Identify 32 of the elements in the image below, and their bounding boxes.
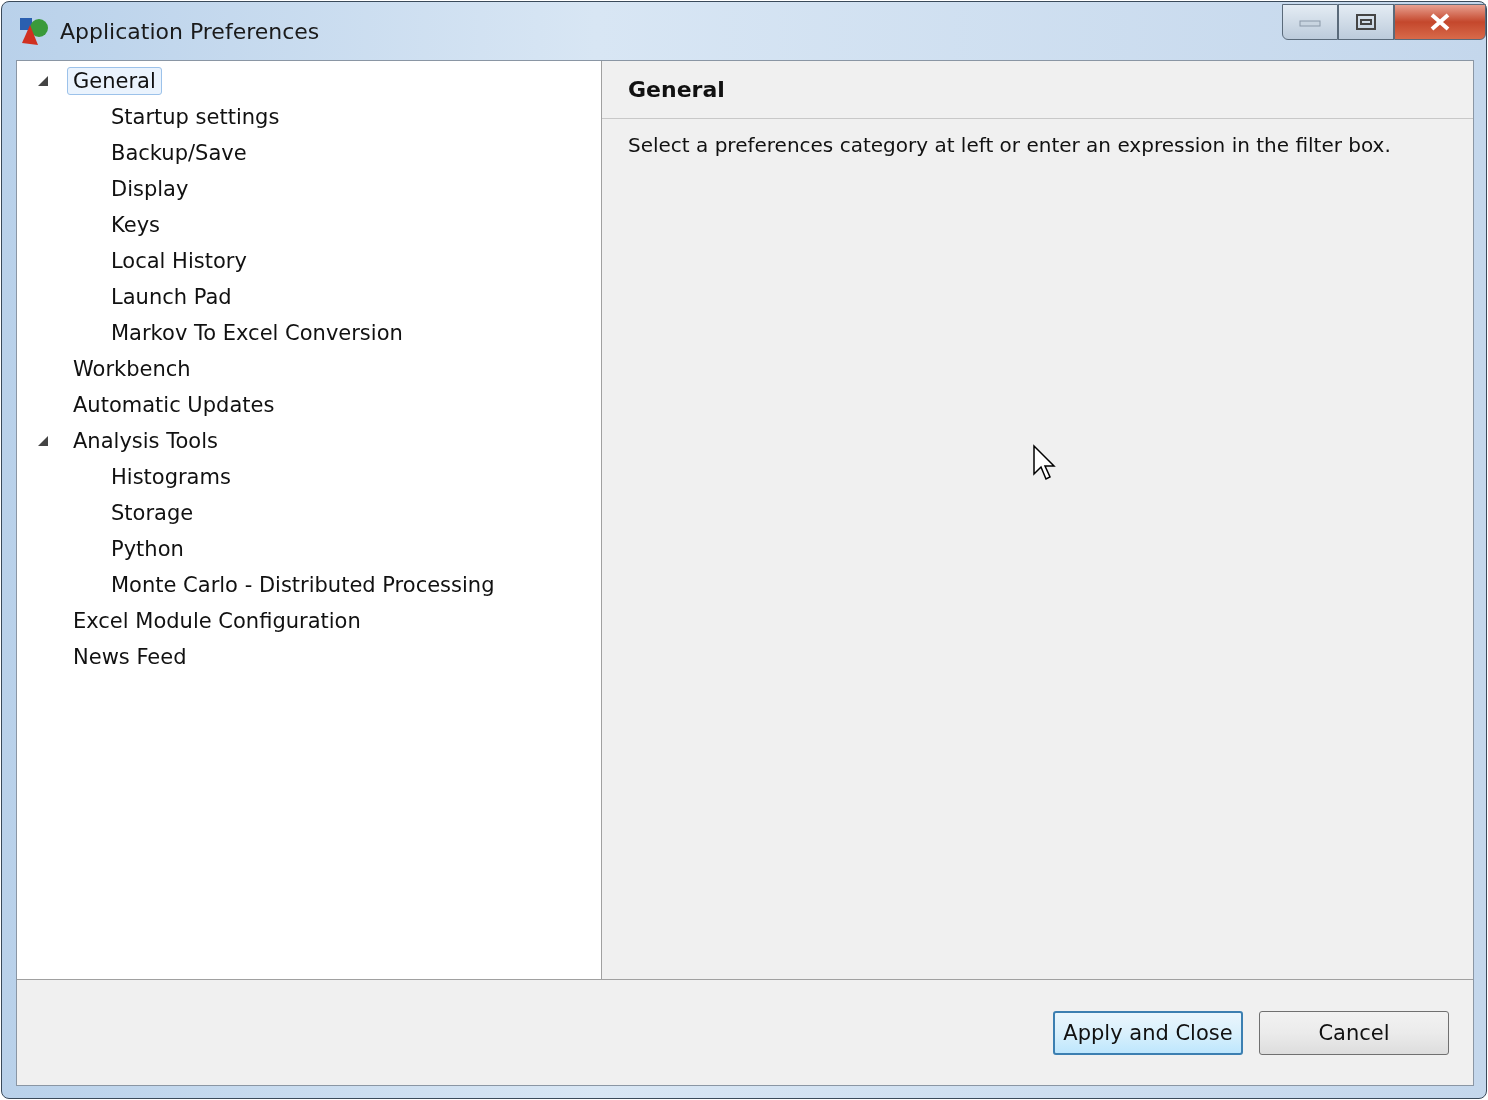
tree-item[interactable]: Excel Module Configuration [67, 607, 367, 635]
tree-item[interactable]: Startup settings [105, 103, 286, 131]
tree-item[interactable]: Monte Carlo - Distributed Processing [105, 571, 501, 599]
minimize-button[interactable] [1282, 4, 1338, 40]
page-title: General [628, 77, 725, 102]
tree-item[interactable]: Automatic Updates [67, 391, 281, 419]
tree-item[interactable]: Python [105, 535, 190, 563]
window-title: Application Preferences [60, 18, 320, 44]
expanded-arrow-icon[interactable] [37, 435, 49, 447]
close-icon [1428, 12, 1452, 32]
tree-item[interactable]: Keys [105, 211, 166, 239]
tree-item[interactable]: Local History [105, 247, 253, 275]
tree-item[interactable]: Workbench [67, 355, 197, 383]
maximize-icon [1354, 12, 1378, 32]
tree-item[interactable]: Storage [105, 499, 200, 527]
shapes-icon [18, 15, 50, 47]
mouse-cursor-icon [1032, 444, 1058, 482]
tree-item[interactable]: Display [105, 175, 195, 203]
tree-item[interactable]: Backup/Save [105, 139, 253, 167]
dialog-button[interactable]: Apply and Close [1053, 1010, 1243, 1055]
tree-item[interactable]: Markov To Excel Conversion [105, 319, 409, 347]
dialog-button[interactable]: Cancel [1259, 1010, 1449, 1055]
tree-item[interactable]: Histograms [105, 463, 237, 491]
tree-item[interactable]: Launch Pad [105, 283, 238, 311]
tree-item[interactable]: General [67, 67, 162, 95]
description-text: Select a preferences category at left or enter an expression in the filter box. [628, 133, 1391, 157]
expanded-arrow-icon[interactable] [37, 75, 49, 87]
minimize-icon [1298, 17, 1322, 27]
tree-item[interactable]: Analysis Tools [67, 427, 224, 455]
tree-item[interactable]: News Feed [67, 643, 193, 671]
maximize-button[interactable] [1338, 4, 1394, 40]
close-button[interactable] [1394, 4, 1486, 40]
